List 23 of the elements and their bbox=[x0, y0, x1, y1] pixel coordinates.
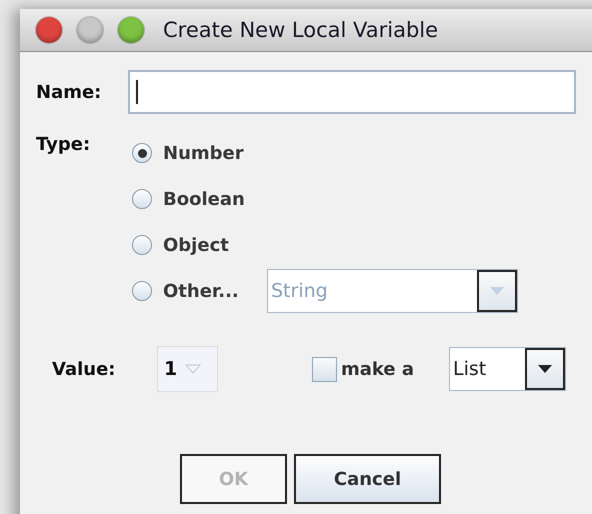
radio-label: Object bbox=[163, 234, 229, 256]
type-label: Type: bbox=[36, 133, 92, 157]
radio-button[interactable] bbox=[132, 143, 152, 163]
window-control-button[interactable] bbox=[77, 17, 103, 43]
window-title: Create New Local Variable bbox=[163, 18, 438, 42]
checkbox[interactable] bbox=[312, 356, 337, 382]
list-dropdown[interactable]: List bbox=[449, 347, 566, 391]
radio-label: Other... bbox=[163, 280, 240, 302]
window-control-button[interactable] bbox=[118, 17, 144, 43]
cancel-button[interactable]: Cancel bbox=[294, 454, 441, 504]
caret-icon bbox=[489, 286, 505, 296]
radio-button[interactable] bbox=[132, 189, 152, 209]
radio-button[interactable] bbox=[132, 235, 152, 255]
name-label: Name: bbox=[36, 82, 102, 102]
radio-button[interactable] bbox=[132, 281, 152, 301]
caret-icon bbox=[537, 364, 553, 374]
radio-label: Boolean bbox=[163, 188, 245, 210]
checkbox-label: make a bbox=[341, 358, 416, 380]
value-label: Value: bbox=[52, 358, 116, 380]
window-control-button[interactable] bbox=[36, 17, 62, 43]
radio-label: Number bbox=[163, 142, 244, 164]
name-field[interactable] bbox=[128, 70, 576, 114]
caret-icon bbox=[185, 364, 202, 374]
